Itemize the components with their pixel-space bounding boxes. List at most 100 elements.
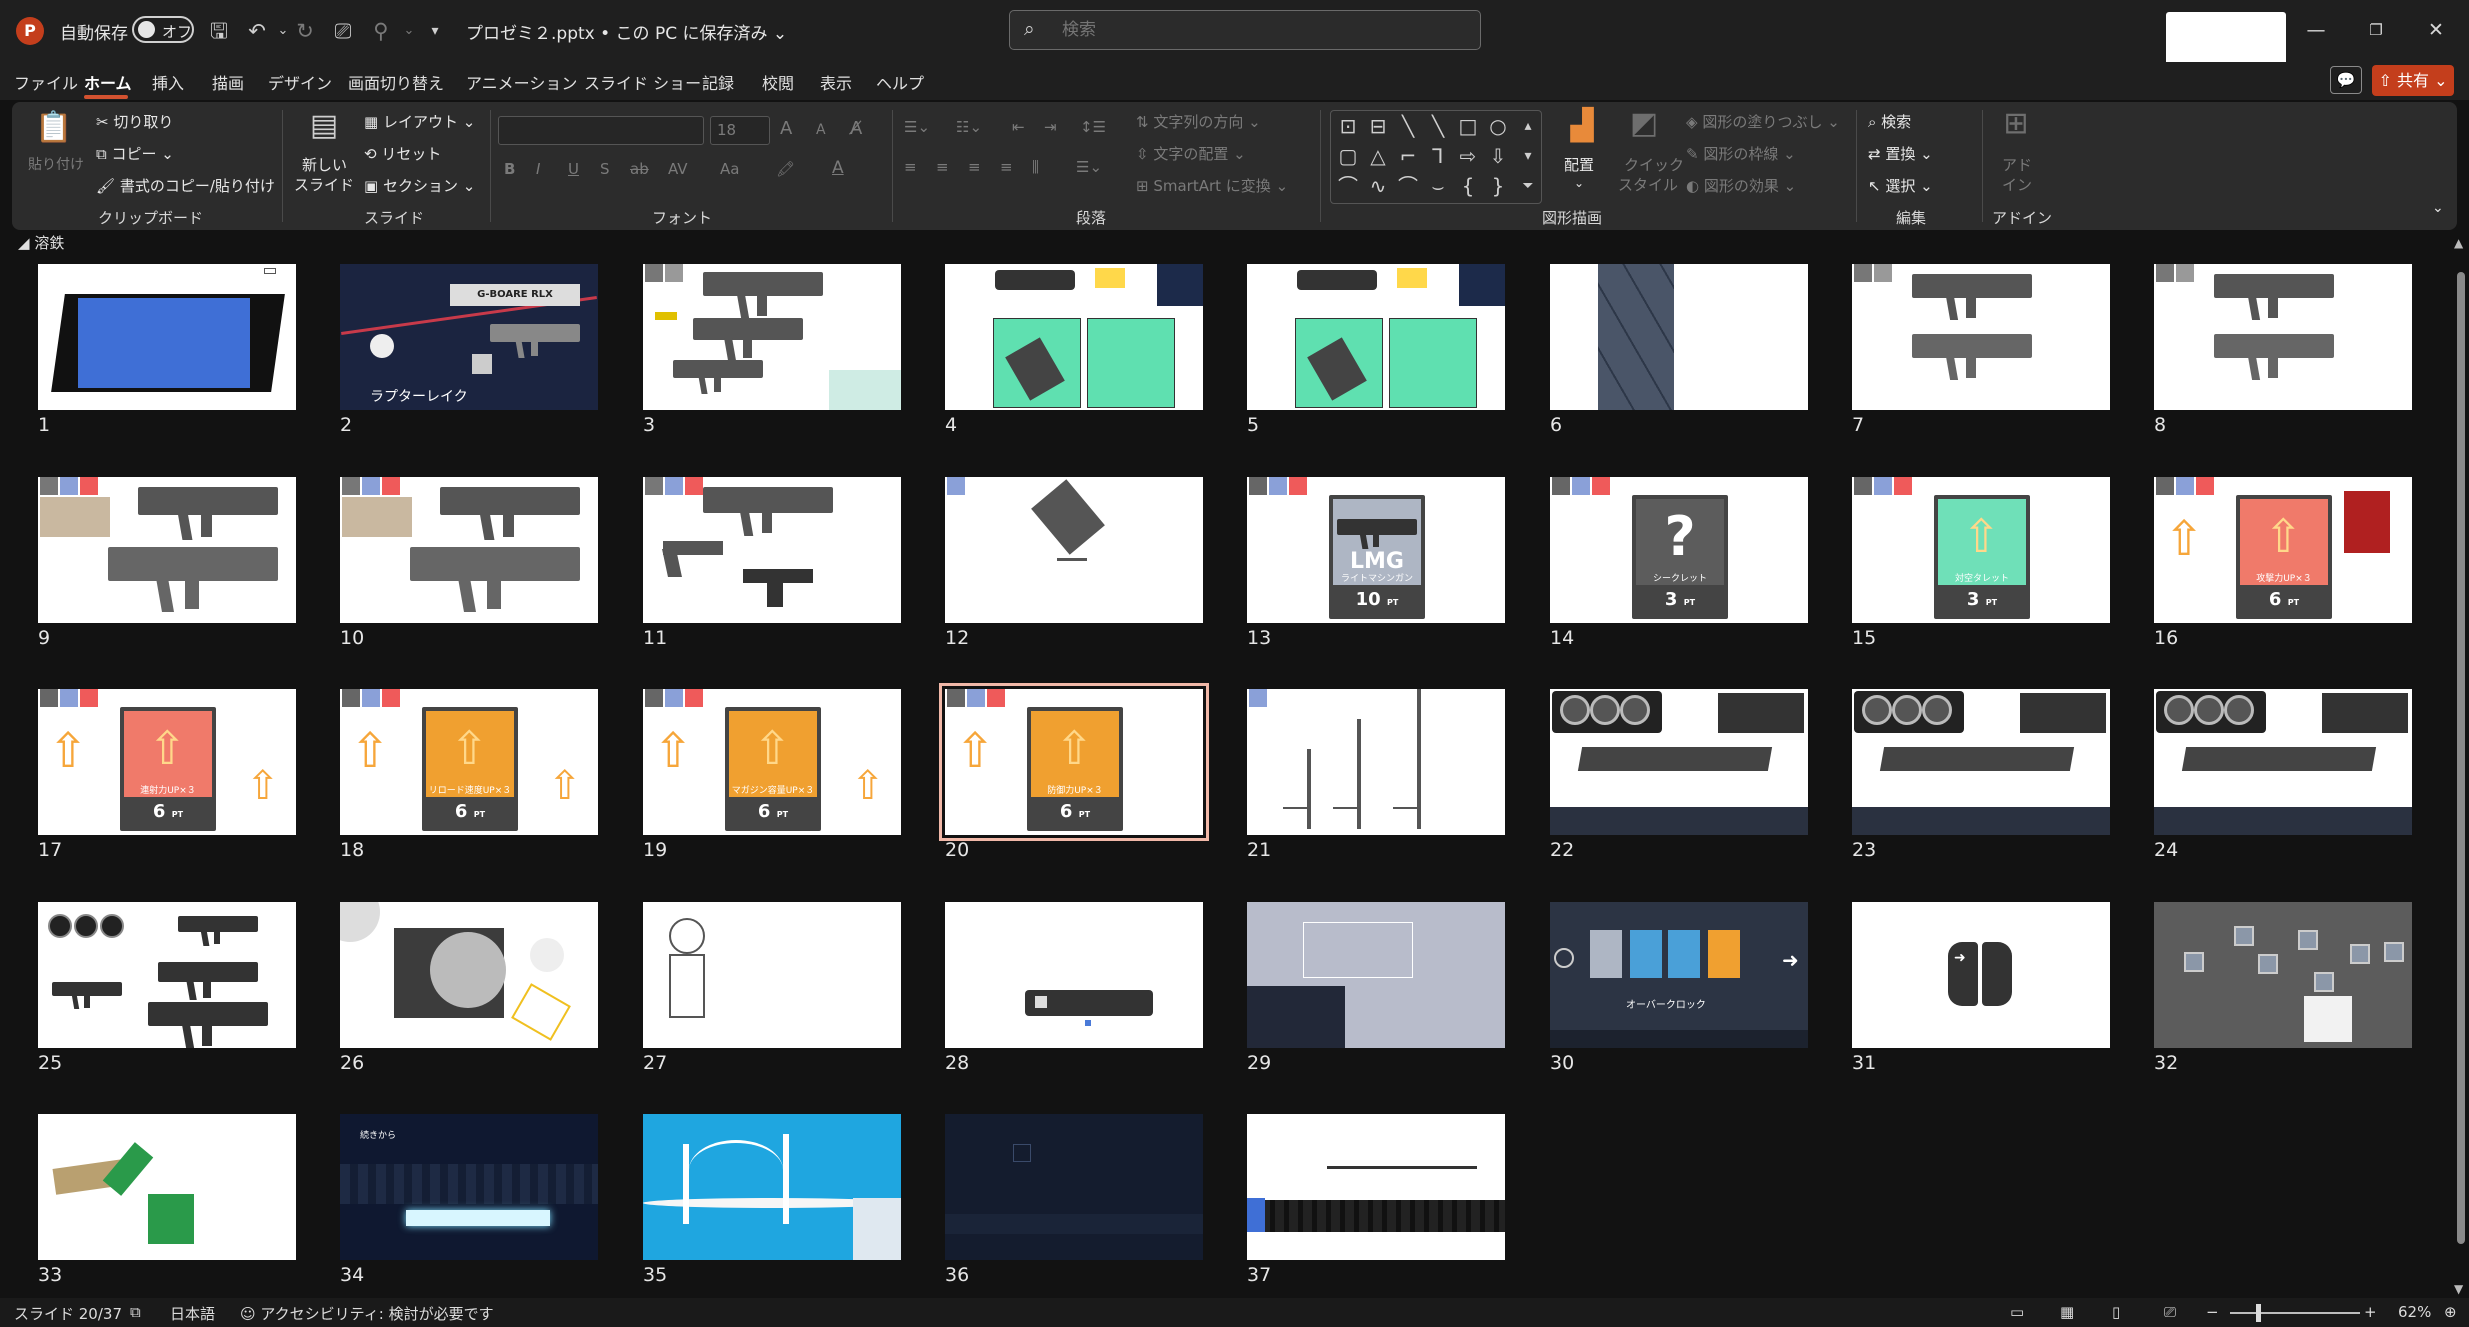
format-painter-button[interactable]: 🖌 書式のコピー/貼り付け (96, 175, 275, 196)
grow-font-button[interactable]: A (780, 118, 792, 139)
reset-button[interactable]: ⟲ リセット (364, 143, 441, 164)
close-icon[interactable]: ✕ (2416, 14, 2456, 46)
replace-button[interactable]: ⇄ 置換 ⌄ (1868, 143, 1933, 164)
format-painter-icon[interactable]: ⚲ (366, 16, 396, 46)
find-button[interactable]: ⌕ 検索 (1868, 111, 1911, 132)
minimize-icon[interactable]: — (2296, 14, 2336, 46)
document-title[interactable]: プロゼミ２.pptx • この PC に保存済み ⌄ (466, 19, 787, 44)
slide-thumbnail[interactable] (1247, 1114, 1505, 1260)
scribble-shape-icon[interactable]: ∿ (1365, 173, 1391, 199)
char-spacing-button[interactable]: AV (668, 160, 688, 178)
slide-thumbnail[interactable]: ラプターレイク G-BOARE RLX (340, 264, 598, 410)
italic-button[interactable]: I (536, 160, 540, 178)
slide-thumbnail[interactable] (1852, 264, 2110, 410)
slide-thumbnail[interactable] (945, 264, 1203, 410)
curve-shape-icon[interactable]: ⌣ (1425, 173, 1451, 199)
cut-button[interactable]: ✂ 切り取り (96, 111, 173, 132)
addins-icon[interactable]: ⊞ (1994, 106, 2038, 141)
oval-shape-icon[interactable]: ○ (1485, 113, 1511, 139)
slide-thumbnail[interactable] (38, 902, 296, 1048)
zoom-slider-thumb[interactable] (2256, 1304, 2261, 1322)
section-button[interactable]: ▣ セクション ⌄ (364, 175, 475, 196)
slide-thumbnail[interactable] (1550, 264, 1808, 410)
quick-styles-label-2[interactable]: スタイル (1618, 174, 1678, 195)
zoom-out-icon[interactable]: − (2206, 1303, 2219, 1321)
new-slide-label-2[interactable]: スライド (294, 174, 354, 195)
slide-thumbnail[interactable] (1247, 689, 1505, 835)
scroll-down-icon[interactable]: ▼ (2454, 1282, 2463, 1296)
tab-help[interactable]: ヘルプ (876, 70, 924, 94)
customize-qat-icon[interactable]: ▾ (420, 16, 450, 46)
shape-effects-button[interactable]: ◐ 図形の効果 ⌄ (1686, 175, 1796, 196)
present-icon[interactable]: ⎚ (328, 16, 358, 46)
line-spacing-icon[interactable]: ↕☰ (1080, 118, 1106, 136)
fit-to-window-icon[interactable]: ⊕ (2444, 1303, 2457, 1321)
slide-thumbnail[interactable]: ? シークレット 3 PT (1550, 477, 1808, 623)
right-arrow-shape-icon[interactable]: ⇨ (1455, 143, 1481, 169)
restore-icon[interactable]: ❐ (2356, 14, 2396, 46)
gallery-down-icon[interactable]: ▾ (1515, 143, 1541, 169)
vertical-textbox-shape-icon[interactable]: ⊟ (1365, 113, 1391, 139)
shrink-font-button[interactable]: A (816, 122, 826, 138)
slide-thumbnail[interactable]: ⇧ 攻撃力UP×３ 6 PT ⇧ (2154, 477, 2412, 623)
shape-fill-button[interactable]: ◈ 図形の塗りつぶし ⌄ (1686, 111, 1840, 132)
tab-file[interactable]: ファイル (14, 70, 78, 94)
align-text-button[interactable]: ⇳ 文字の配置 ⌄ (1136, 143, 1246, 164)
slide-thumbnail[interactable] (643, 902, 901, 1048)
line-shape-icon[interactable]: ╲ (1395, 113, 1421, 139)
slide-thumbnail[interactable] (38, 264, 296, 410)
bold-button[interactable]: B (504, 160, 515, 178)
rounded-rect-shape-icon[interactable]: ▢ (1335, 143, 1361, 169)
reading-view-icon[interactable]: ▯ (2112, 1303, 2120, 1321)
zoom-slider[interactable] (2230, 1312, 2360, 1314)
accessibility-indicator[interactable]: ☺ アクセシビリティ: 検討が必要です (240, 1303, 494, 1324)
gallery-up-icon[interactable]: ▴ (1515, 113, 1541, 139)
slide-thumbnail[interactable] (38, 477, 296, 623)
ribbon-collapse-icon[interactable]: ⌄ (2432, 200, 2444, 216)
gallery-expand-icon[interactable]: ⏷ (1515, 173, 1541, 199)
columns-icon[interactable]: ⫼ (1032, 158, 1039, 176)
tab-record[interactable]: 記録 (702, 70, 734, 94)
zoom-in-icon[interactable]: + (2364, 1303, 2377, 1321)
font-size-combo[interactable]: 18 (710, 116, 770, 145)
shadow-button[interactable]: S (600, 160, 610, 178)
slide-thumbnail[interactable]: ➜ (1852, 902, 2110, 1048)
highlight-icon[interactable]: 🖍 (776, 160, 795, 178)
increase-indent-icon[interactable]: ⇥ (1044, 118, 1057, 136)
slide-thumbnail[interactable] (643, 1114, 901, 1260)
slide-thumbnail[interactable]: ⇧ 連射力UP×３ 6 PT ⇧ ⇧ (38, 689, 296, 835)
font-name-combo[interactable] (498, 116, 704, 145)
copy-button[interactable]: ⧉ コピー ⌄ (96, 143, 174, 164)
shape-outline-button[interactable]: ✎ 図形の枠線 ⌄ (1686, 143, 1796, 164)
slide-thumbnail[interactable]: LMG ライトマシンガン 10 PT (1247, 477, 1505, 623)
share-button[interactable]: ⇧ 共有 ⌄ (2372, 65, 2454, 96)
account-area[interactable] (2166, 12, 2286, 68)
slide-thumbnail[interactable] (643, 264, 901, 410)
left-brace-shape-icon[interactable]: { (1455, 173, 1481, 199)
tab-insert[interactable]: 挿入 (152, 70, 184, 94)
search-input[interactable] (1062, 20, 1462, 40)
textbox-shape-icon[interactable]: ⊡ (1335, 113, 1361, 139)
comments-button[interactable]: 💬 (2330, 66, 2362, 94)
slide-thumbnail[interactable] (1247, 264, 1505, 410)
tab-view[interactable]: 表示 (820, 70, 852, 94)
tab-transitions[interactable]: 画面切り替え (348, 70, 444, 94)
align-right-icon[interactable]: ≡ (968, 158, 981, 176)
quick-styles-button[interactable]: クイック (1624, 154, 1684, 175)
zoom-level[interactable]: 62% (2398, 1303, 2431, 1321)
paste-icon[interactable]: 📋 (34, 110, 74, 145)
tab-home[interactable]: ホーム (84, 70, 132, 94)
slide-thumbnail[interactable]: ⇧ 防御力UP×３ 6 PT ⇧ (939, 683, 1209, 841)
spellcheck-icon[interactable]: ⧉ (130, 1303, 141, 1321)
slide-thumbnail[interactable] (2154, 689, 2412, 835)
slide-thumbnail[interactable] (2154, 264, 2412, 410)
scrollbar-thumb[interactable] (2457, 272, 2465, 1244)
bullets-icon[interactable]: ☰⌄ (904, 118, 930, 136)
decrease-indent-icon[interactable]: ⇤ (1012, 118, 1025, 136)
language-indicator[interactable]: 日本語 (170, 1303, 215, 1324)
slide-thumbnail[interactable] (340, 477, 598, 623)
freeform-shape-icon[interactable]: ⌒ (1335, 173, 1361, 199)
smartart-button[interactable]: ⊞ SmartArt に変換 ⌄ (1136, 175, 1288, 196)
slide-thumbnail[interactable] (643, 477, 901, 623)
slide-thumbnail[interactable] (945, 1114, 1203, 1260)
